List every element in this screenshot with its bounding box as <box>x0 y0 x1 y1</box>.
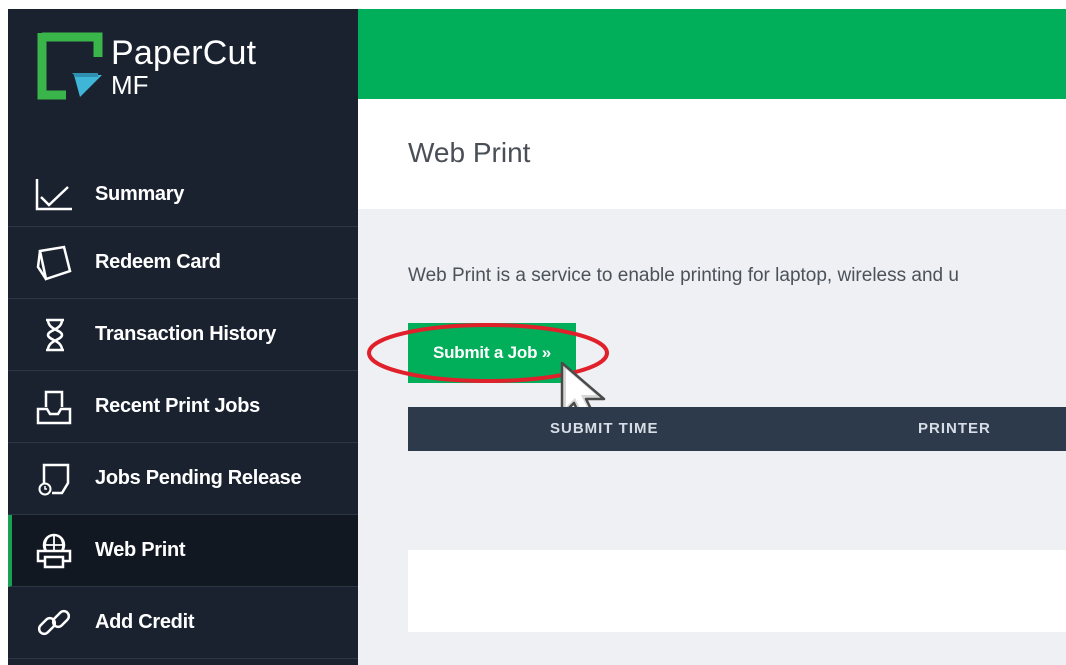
sidebar-nav: Summary Redeem Card Transaction History <box>8 155 358 659</box>
page-title: Web Print <box>408 137 531 168</box>
sidebar-item-recent-print-jobs[interactable]: Recent Print Jobs <box>8 371 358 443</box>
sidebar-item-label: Transaction History <box>95 323 277 345</box>
brand-product: MF <box>111 70 149 100</box>
page-description: Web Print is a service to enable printin… <box>408 265 959 286</box>
card-icon <box>36 245 72 281</box>
column-header-submit-time[interactable]: SUBMIT TIME <box>550 420 659 437</box>
submit-job-button[interactable]: Submit a Job » <box>408 323 576 383</box>
tray-icon <box>36 390 72 425</box>
sidebar-item-summary[interactable]: Summary <box>8 155 358 227</box>
papercut-logo[interactable]: PaperCut MF <box>36 31 296 111</box>
app-window: PaperCut MF Summary Redeem Card Transact… <box>0 0 1066 665</box>
sidebar-item-redeem-card[interactable]: Redeem Card <box>8 227 358 299</box>
link-icon <box>37 609 71 636</box>
sidebar-item-label: Web Print <box>95 539 186 561</box>
papercut-logo-icon <box>37 32 103 100</box>
sidebar-item-label: Summary <box>95 183 185 205</box>
globe-printer-icon <box>36 533 72 569</box>
page-header: Web Print <box>358 99 1066 209</box>
sidebar-item-label: Add Credit <box>95 611 195 633</box>
sidebar-item-web-print[interactable]: Web Print <box>8 515 358 587</box>
sidebar-item-label: Recent Print Jobs <box>95 395 260 417</box>
sidebar: PaperCut MF Summary Redeem Card Transact… <box>8 9 358 665</box>
sidebar-item-label: Jobs Pending Release <box>95 467 302 489</box>
hourglass-icon <box>46 318 64 352</box>
sidebar-item-label: Redeem Card <box>95 251 221 273</box>
brand-name: PaperCut <box>111 34 257 72</box>
chart-line-icon <box>35 179 72 211</box>
main-content: Web Print is a service to enable printin… <box>358 209 1066 665</box>
jobs-table-header: SUBMIT TIME PRINTER <box>408 407 1066 451</box>
sidebar-item-jobs-pending-release[interactable]: Jobs Pending Release <box>8 443 358 515</box>
top-header-bar <box>358 9 1066 99</box>
pending-job-icon <box>38 463 70 496</box>
jobs-table-body <box>408 550 1066 632</box>
sidebar-item-transaction-history[interactable]: Transaction History <box>8 299 358 371</box>
sidebar-item-add-credit[interactable]: Add Credit <box>8 587 358 659</box>
column-header-printer[interactable]: PRINTER <box>918 420 991 437</box>
